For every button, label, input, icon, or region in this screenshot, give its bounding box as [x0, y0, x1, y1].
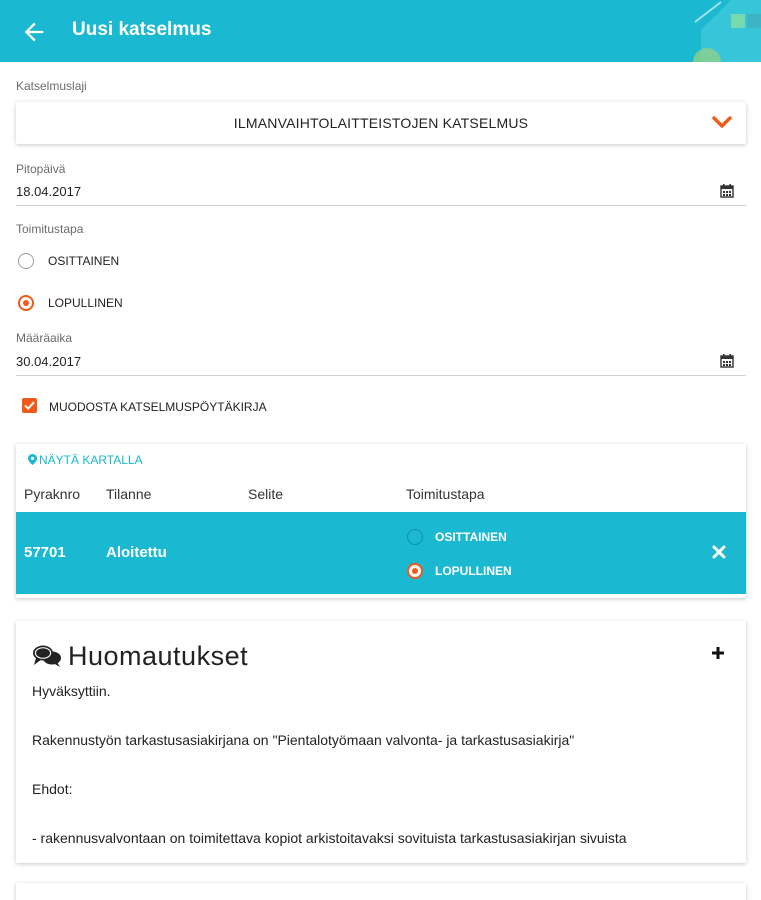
arrow-left-icon[interactable]: [20, 18, 48, 46]
house-logo-icon: [693, 0, 761, 62]
column-header: Tilanne: [106, 486, 152, 502]
next-card: [16, 883, 746, 900]
column-header: Pyraknro: [24, 486, 81, 502]
show-on-map-label: NÄYTÄ KARTALLA: [39, 453, 143, 467]
app-bar: Uusi katselmus: [0, 0, 761, 62]
column-header: Selite: [248, 486, 284, 502]
notes-line: - rakennusvalvontaan on toimitettava kop…: [32, 830, 627, 846]
chevron-down-icon: [712, 116, 732, 128]
row-method-label: LOPULLINEN: [435, 564, 512, 578]
buildings-table: NÄYTÄ KARTALLA Pyraknro Tilanne Selite T…: [16, 444, 746, 598]
notes-heading: Huomautukset: [32, 641, 248, 672]
notes-title: Huomautukset: [68, 641, 249, 671]
map-pin-icon: [28, 454, 37, 465]
radio-unchecked-icon: [18, 253, 34, 269]
notes-card: Huomautukset Hyväksyttiin. Rakennustyön …: [16, 621, 746, 863]
date-value: 18.04.2017: [16, 184, 82, 199]
checkbox-checked-icon: [22, 398, 37, 413]
deadline-field[interactable]: 30.04.2017: [16, 350, 746, 376]
radio-unchecked-icon: [407, 529, 423, 545]
deadline-value: 30.04.2017: [16, 354, 82, 369]
building-status: Aloitettu: [106, 544, 167, 561]
comments-icon: [33, 645, 61, 667]
date-field[interactable]: 18.04.2017: [16, 180, 746, 206]
show-on-map-link[interactable]: NÄYTÄ KARTALLA: [28, 453, 143, 467]
protocol-checkbox-label: MUODOSTA KATSELMUSPÖYTÄKIRJA: [49, 400, 267, 414]
notes-line: Rakennustyön tarkastusasiakirjana on "Pi…: [32, 732, 575, 748]
date-label: Pitopäivä: [16, 162, 66, 176]
inspection-type-label: Katselmuslaji: [16, 79, 87, 93]
row-method-label: OSITTAINEN: [435, 530, 507, 544]
method-label: Toimitustapa: [16, 222, 84, 236]
inspection-type-value: ILMANVAIHTOLAITTEISTOJEN KATSELMUS: [233, 115, 529, 131]
close-icon[interactable]: [712, 545, 726, 559]
calendar-icon[interactable]: [720, 354, 734, 368]
inspection-type-select[interactable]: ILMANVAIHTOLAITTEISTOJEN KATSELMUS: [16, 102, 746, 144]
radio-checked-icon: [18, 295, 34, 311]
notes-line: Hyväksyttiin.: [32, 683, 111, 699]
add-note-icon[interactable]: [710, 645, 726, 661]
method-option-label: LOPULLINEN: [48, 296, 123, 310]
deadline-label: Määräaika: [16, 331, 73, 345]
calendar-icon[interactable]: [720, 184, 734, 198]
table-row[interactable]: 57701 Aloitettu OSITTAINEN LOPULLINEN: [16, 512, 746, 594]
building-number: 57701: [24, 544, 66, 561]
method-option-label: OSITTAINEN: [48, 254, 120, 268]
page-title: Uusi katselmus: [72, 19, 212, 40]
notes-line: Ehdot:: [32, 781, 73, 797]
radio-checked-icon: [407, 563, 423, 579]
column-header: Toimitustapa: [406, 486, 485, 502]
